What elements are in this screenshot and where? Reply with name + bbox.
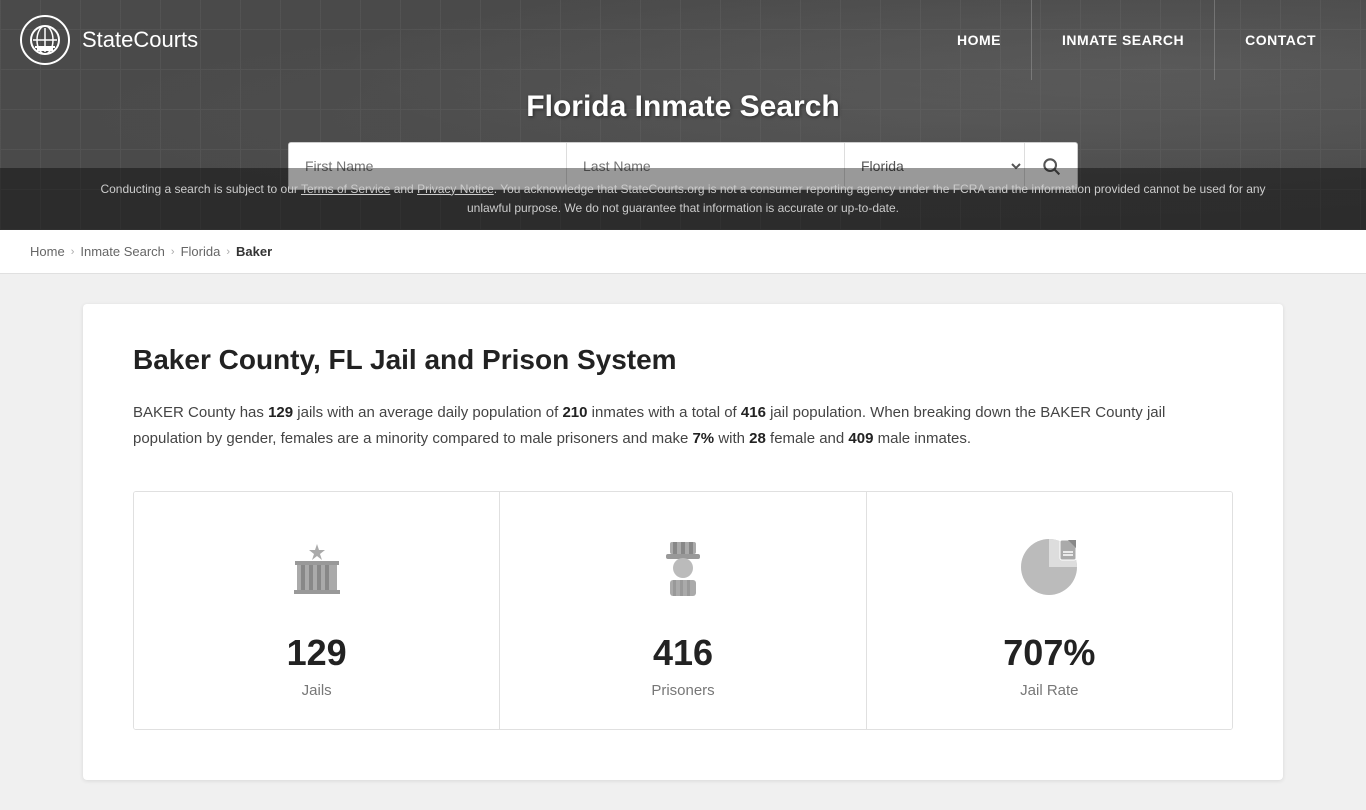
breadcrumb-sep-1: › [71, 246, 75, 258]
page-title: Florida Inmate Search [526, 90, 839, 124]
chart-icon [1014, 532, 1084, 612]
stat-label-prisoners: Prisoners [651, 682, 714, 699]
breadcrumb-sep-2: › [171, 246, 175, 258]
site-logo-text: StateCourts [82, 27, 198, 53]
stat-card-prisoners: 416 Prisoners [500, 492, 866, 729]
breadcrumb-florida[interactable]: Florida [181, 244, 221, 259]
nav-item-home[interactable]: HOME [927, 0, 1032, 80]
nav-item-inmate-search[interactable]: INMATE SEARCH [1032, 0, 1215, 80]
logo-area: StateCourts [0, 0, 198, 80]
content-description: BAKER County has 129 jails with an avera… [133, 400, 1233, 451]
breadcrumb-current: Baker [236, 244, 272, 259]
breadcrumb: Home › Inmate Search › Florida › Baker [0, 230, 1366, 274]
breadcrumb-home[interactable]: Home [30, 244, 65, 259]
stats-grid: 129 Jails [133, 491, 1233, 730]
stat-label-jail-rate: Jail Rate [1020, 682, 1078, 699]
breadcrumb-inmate-search[interactable]: Inmate Search [80, 244, 165, 259]
stat-label-jails: Jails [302, 682, 332, 699]
jail-icon [282, 532, 352, 612]
stat-card-jails: 129 Jails [134, 492, 500, 729]
stat-number-prisoners: 416 [653, 632, 713, 674]
site-logo-icon [20, 15, 70, 65]
stat-card-jail-rate: 707% Jail Rate [867, 492, 1232, 729]
stat-number-jail-rate: 707% [1003, 632, 1095, 674]
privacy-link[interactable]: Privacy Notice [417, 182, 494, 196]
prisoner-icon [648, 532, 718, 612]
stat-number-jails: 129 [287, 632, 347, 674]
nav-bar: HOME INMATE SEARCH CONTACT [927, 0, 1366, 80]
content-heading: Baker County, FL Jail and Prison System [133, 344, 1233, 376]
breadcrumb-sep-3: › [226, 246, 230, 258]
terms-link[interactable]: Terms of Service [301, 182, 390, 196]
site-header: StateCourts HOME INMATE SEARCH CONTACT F… [0, 0, 1366, 230]
main-content: Baker County, FL Jail and Prison System … [83, 304, 1283, 780]
nav-item-contact[interactable]: CONTACT [1215, 0, 1346, 80]
disclaimer-bar: Conducting a search is subject to our Te… [0, 168, 1366, 230]
